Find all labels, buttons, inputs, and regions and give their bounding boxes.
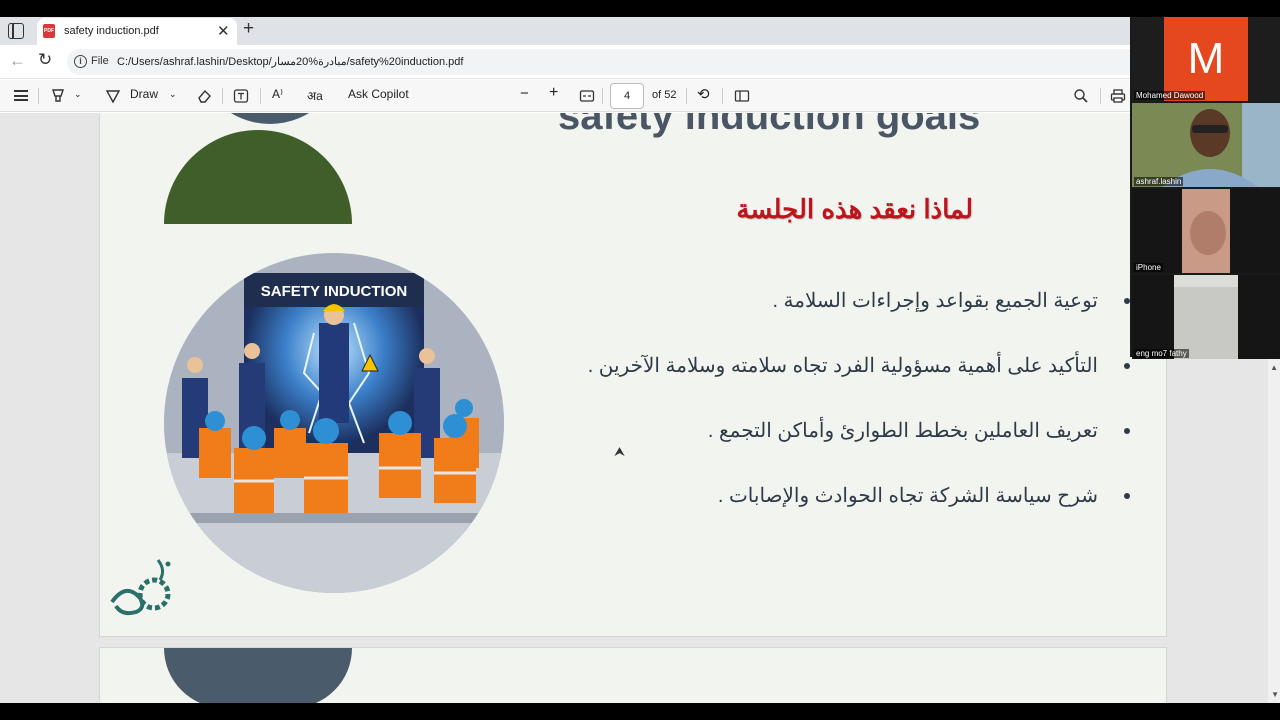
avatar: M (1164, 17, 1248, 101)
bullet-text: تعريف العاملين بخطط الطوارئ وأماكن التجم… (707, 420, 1098, 442)
zoom-out-button[interactable]: − (520, 85, 529, 102)
toolbar-divider (222, 88, 223, 104)
mouse-cursor-icon: ⮝ (614, 444, 626, 459)
toolbar-divider (38, 88, 39, 104)
list-item: التأكيد على أهمية مسؤولية الفرد تجاه سلا… (510, 353, 1130, 418)
bullet-text: شرح سياسة الشركة تجاه الحوادث والإصابات … (717, 485, 1098, 507)
slide-subtitle: لماذا نعقد هذه الجلسة (736, 194, 973, 224)
list-item: تعريف العاملين بخطط الطوارئ وأماكن التجم… (510, 418, 1130, 483)
toolbar-divider (686, 88, 687, 104)
participant-video (1132, 275, 1280, 359)
contents-icon[interactable] (14, 90, 28, 101)
bullet-dot-icon (1124, 493, 1130, 499)
scroll-down-icon[interactable]: ▼ (1271, 690, 1279, 699)
search-icon[interactable] (1073, 88, 1089, 104)
toolbar-divider (1100, 88, 1101, 104)
info-icon[interactable]: i (74, 55, 87, 68)
app-root: PDF safety induction.pdf ✕ + ← ↻ i File … (0, 0, 1280, 720)
page-view-icon[interactable] (734, 88, 750, 104)
page-total-label: of 52 (652, 89, 677, 101)
list-item: توعية الجميع بقواعد وإجراءات السلامة . (510, 288, 1130, 353)
participant-tile[interactable]: iPhone (1132, 189, 1280, 273)
ask-copilot-button[interactable]: Ask Copilot (348, 87, 409, 101)
tab-strip: PDF safety induction.pdf ✕ + (0, 17, 1280, 45)
participant-name: Mohamed Dawood (1134, 91, 1206, 100)
organization-logo (110, 559, 171, 616)
decor-semicircle-slate (195, 113, 345, 124)
translate-icon[interactable]: अa (307, 87, 323, 104)
tab-title: safety induction.pdf (64, 25, 159, 37)
page-number-input[interactable]: 4 (610, 83, 644, 109)
print-icon[interactable] (1110, 88, 1126, 104)
training-scene-image: SAFETY INDUCTION (164, 253, 504, 593)
slide-title: safety induction goals (558, 113, 981, 138)
bullet-dot-icon (1124, 428, 1130, 434)
tab-pdf[interactable]: PDF safety induction.pdf ✕ (37, 18, 237, 45)
back-arrow-icon[interactable]: ← (9, 51, 26, 71)
highlight-chevron-down-icon[interactable]: ⌄ (74, 89, 82, 100)
tab-actions-icon[interactable] (8, 23, 24, 39)
rotate-icon[interactable]: ⟲ (697, 85, 710, 103)
read-aloud-icon[interactable]: A⁾ (272, 87, 283, 101)
participant-tile[interactable]: M Mohamed Dawood (1132, 17, 1280, 101)
highlight-icon[interactable] (50, 88, 66, 104)
decor-semicircle-green (164, 130, 352, 224)
bullet-text: التأكيد على أهمية مسؤولية الفرد تجاه سلا… (587, 355, 1098, 377)
pdf-viewer[interactable]: safety induction goals لماذا نعقد هذه ال… (0, 113, 1280, 703)
address-bar[interactable]: i File C:/Users/ashraf.lashin/Desktop/مب… (67, 49, 1147, 75)
draw-chevron-down-icon[interactable]: ⌄ (169, 89, 177, 100)
decor-semicircle-slate (164, 648, 352, 703)
illustration-caption: SAFETY INDUCTION (261, 283, 407, 300)
url-text[interactable]: C:/Users/ashraf.lashin/Desktop/مبادرة%20… (117, 55, 463, 68)
pdf-page: safety induction goals لماذا نعقد هذه ال… (99, 113, 1167, 637)
pdf-file-icon: PDF (43, 24, 55, 38)
reload-icon[interactable]: ↻ (38, 50, 52, 70)
draw-button[interactable]: Draw (130, 87, 158, 101)
file-scheme-label: File (91, 55, 109, 67)
zoom-in-button[interactable]: + (549, 84, 558, 102)
participant-tile[interactable]: ashraf.lashin (1132, 103, 1280, 187)
meeting-participants-panel: M Mohamed Dawood ashraf.lashin iPhone en… (1130, 17, 1280, 359)
bullet-text: توعية الجميع بقواعد وإجراءات السلامة . (772, 290, 1098, 312)
fit-page-icon[interactable] (579, 88, 595, 104)
toolbar-divider (602, 88, 603, 104)
eraser-icon[interactable] (196, 88, 212, 104)
scroll-up-icon[interactable]: ▲ (1270, 363, 1278, 372)
participant-video (1132, 103, 1280, 187)
draw-pen-icon[interactable] (105, 88, 121, 104)
pdf-next-page (99, 647, 1167, 703)
bullet-list: توعية الجميع بقواعد وإجراءات السلامة . ا… (510, 288, 1130, 548)
new-tab-button[interactable]: + (243, 18, 254, 40)
participant-video (1132, 189, 1280, 273)
bullet-dot-icon (1124, 363, 1130, 369)
text-box-icon[interactable] (233, 88, 249, 104)
toolbar-divider (260, 88, 261, 104)
safety-induction-illustration: SAFETY INDUCTION (164, 253, 504, 593)
participant-tile[interactable]: eng mo7 fathy (1132, 275, 1280, 359)
screen-bottom-bar (0, 703, 1280, 720)
pdf-toolbar: ⌄ Draw ⌄ A⁾ अa Ask Copilot − + 4 of 52 ⟲ (0, 80, 1280, 112)
list-item: شرح سياسة الشركة تجاه الحوادث والإصابات … (510, 483, 1130, 548)
participant-name: eng mo7 fathy (1134, 349, 1189, 358)
screen-top-bar (0, 0, 1280, 17)
participant-name: ashraf.lashin (1134, 177, 1184, 186)
close-tab-icon[interactable]: ✕ (217, 22, 230, 40)
address-row: ← ↻ i File C:/Users/ashraf.lashin/Deskto… (0, 45, 1280, 79)
participant-name: iPhone (1134, 263, 1163, 272)
toolbar-divider (722, 88, 723, 104)
